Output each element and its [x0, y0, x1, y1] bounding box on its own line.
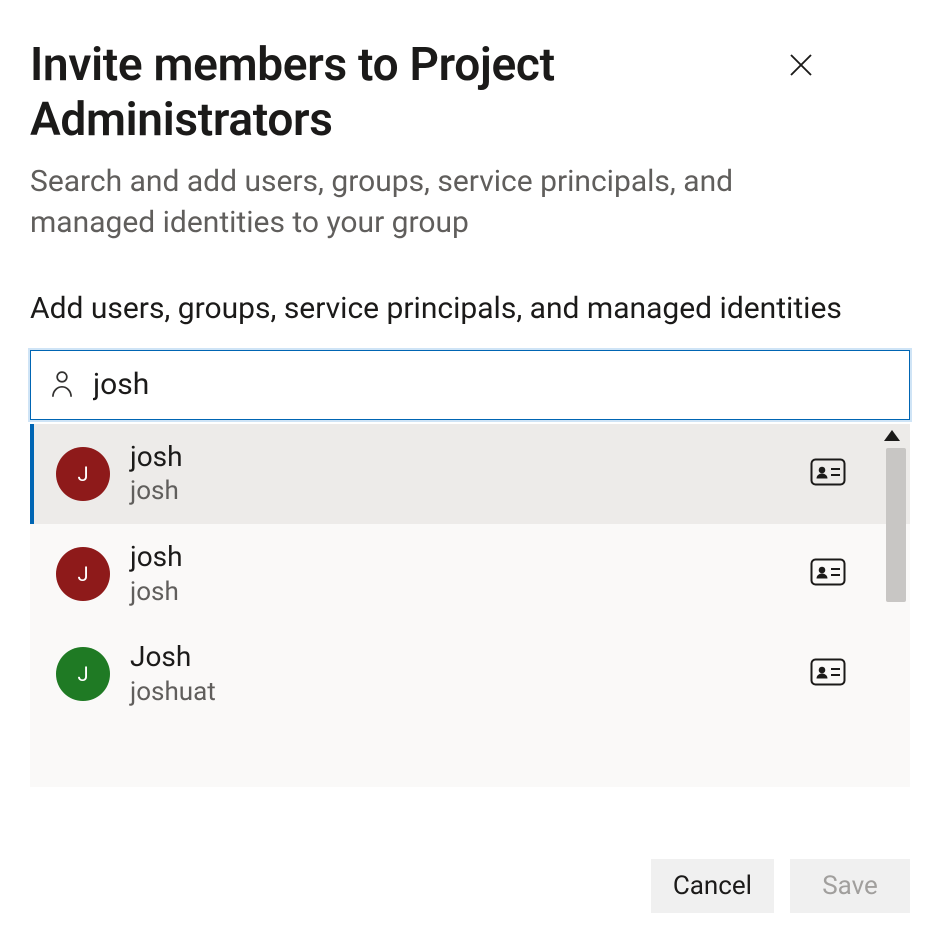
avatar: J	[56, 447, 110, 501]
dialog: Invite members to Project Administrators…	[0, 0, 940, 949]
identity-search-input[interactable]	[93, 351, 891, 419]
dialog-header: Invite members to Project Administrators	[30, 38, 910, 148]
suggestion-option-2[interactable]: J Josh joshuat	[30, 624, 910, 724]
suggestion-name: Josh	[130, 640, 790, 674]
contact-card-icon	[810, 558, 846, 590]
dialog-footer: Cancel Save	[651, 859, 910, 913]
suggestions-listbox[interactable]: J josh josh J josh josh	[30, 424, 910, 787]
search-field-label: Add users, groups, service principals, a…	[30, 289, 850, 330]
scrollbar-thumb[interactable]	[886, 448, 906, 602]
close-icon	[786, 50, 816, 80]
suggestion-alias: joshuat	[130, 676, 790, 709]
contact-card-icon	[810, 658, 846, 690]
suggestion-option-0[interactable]: J josh josh	[30, 424, 910, 524]
suggestion-alias: josh	[130, 576, 790, 609]
dialog-subtitle: Search and add users, groups, service pr…	[30, 162, 850, 243]
save-button[interactable]: Save	[790, 859, 910, 913]
suggestion-option-1[interactable]: J josh josh	[30, 524, 910, 624]
contact-card-icon	[810, 458, 846, 490]
suggestion-name: josh	[130, 540, 790, 574]
suggestion-name: josh	[130, 440, 790, 474]
avatar: J	[56, 547, 110, 601]
avatar: J	[56, 647, 110, 701]
suggestion-alias: josh	[130, 475, 790, 508]
close-button[interactable]	[780, 44, 822, 86]
person-icon	[49, 370, 75, 404]
search-box[interactable]	[30, 350, 910, 420]
cancel-button[interactable]: Cancel	[651, 859, 774, 913]
dialog-title: Invite members to Project Administrators	[30, 38, 760, 148]
